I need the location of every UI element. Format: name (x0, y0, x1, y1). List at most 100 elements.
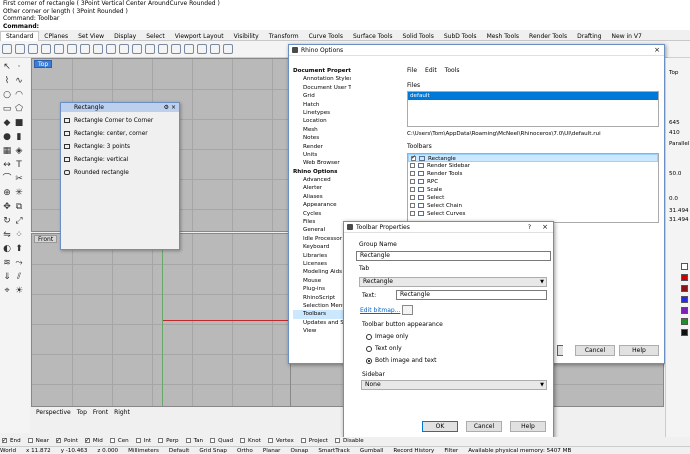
layer-color-swatch[interactable] (681, 329, 688, 336)
options-tree-item[interactable]: Document Properties (293, 67, 351, 75)
toolbar-checkbox[interactable] (410, 195, 415, 200)
toolbar-checkbox[interactable] (410, 187, 415, 192)
layer-icon[interactable] (210, 44, 220, 54)
group-name-input[interactable]: Rectangle (356, 251, 551, 261)
front-viewport[interactable]: Front (31, 233, 291, 407)
options-tree-item[interactable]: Grid (293, 92, 351, 100)
paste-icon[interactable] (80, 44, 90, 54)
polyline-icon[interactable]: ⌇ (2, 76, 12, 86)
polygon-icon[interactable]: ⬠ (14, 104, 24, 114)
options-tree-item[interactable]: Cycles (293, 210, 351, 218)
toolbar-checkbox[interactable] (410, 211, 415, 216)
copy-icon[interactable] (67, 44, 77, 54)
osnap-checkbox[interactable] (135, 438, 141, 443)
close-icon[interactable]: × (654, 45, 660, 56)
tab-perspective[interactable]: Perspective (36, 409, 71, 416)
options-tree-item[interactable]: Location (293, 117, 351, 125)
zoom-extents-icon[interactable] (158, 44, 168, 54)
osnap-checkbox[interactable] (109, 438, 115, 443)
edit-bitmap-link[interactable]: Edit bitmap... (360, 307, 400, 314)
osnap-checkbox[interactable] (240, 438, 245, 443)
circle-icon[interactable]: ○ (2, 90, 12, 100)
pan-icon[interactable] (106, 44, 116, 54)
boolean-icon[interactable]: ◐ (2, 244, 12, 254)
tab-right[interactable]: Right (114, 409, 130, 416)
options-tree-item[interactable]: Appearance (293, 201, 351, 209)
tab-standard[interactable]: Standard (0, 31, 40, 41)
project-icon[interactable]: ⇓ (2, 272, 12, 282)
ok-button-partial[interactable] (557, 345, 563, 356)
toolbar-checkbox[interactable] (410, 171, 415, 176)
explode-icon[interactable]: ✳ (14, 188, 24, 198)
hide-icon[interactable] (184, 44, 194, 54)
command-prompt[interactable]: Command: (0, 22, 690, 30)
osnap-option[interactable]: Cen (108, 437, 129, 446)
close-icon[interactable]: × (542, 222, 548, 233)
extrude-icon[interactable]: ⬆ (14, 244, 24, 254)
options-tree-item[interactable]: Advanced (293, 176, 351, 184)
options-tree-item[interactable]: Units (293, 151, 351, 159)
osnap-option[interactable]: Disable (333, 437, 364, 446)
ok-button[interactable]: OK (422, 421, 458, 432)
props-width[interactable]: 645 (669, 120, 680, 126)
front-viewport-title[interactable]: Front (34, 235, 58, 243)
layer-color-swatch[interactable] (681, 296, 688, 303)
scale-icon[interactable]: ⤢ (14, 216, 24, 226)
render-icon[interactable]: ☀ (14, 286, 24, 296)
point-icon[interactable]: · (14, 62, 24, 72)
options-tree-item[interactable]: Linetypes (293, 109, 351, 117)
toolbar-properties-titlebar[interactable]: Toolbar Properties ? × (344, 222, 553, 233)
mesh-icon[interactable]: ▦ (2, 146, 12, 156)
split-icon[interactable]: ⫽ (14, 272, 24, 282)
osnap-checkbox[interactable] (56, 436, 61, 445)
top-viewport-title[interactable]: Top (34, 60, 53, 68)
toolbar-checkbox[interactable] (410, 203, 415, 208)
tab-top[interactable]: Top (77, 409, 87, 416)
flyout-item-corner-to-corner[interactable]: Rectangle Corner to Corner (64, 118, 153, 124)
curve-icon[interactable]: ∿ (14, 76, 24, 86)
toolbar-list-row[interactable]: Select (408, 194, 658, 202)
option-image-only[interactable]: Image only (366, 333, 408, 340)
toolbar-list-row[interactable]: Scale (408, 186, 658, 194)
osnap-option[interactable]: Vertex (266, 437, 294, 446)
copy-object-icon[interactable]: ⧉ (14, 202, 24, 212)
layer-color-swatch[interactable] (681, 307, 688, 314)
layer-color-swatch[interactable] (681, 263, 688, 270)
lock-icon[interactable] (197, 44, 207, 54)
option-text-only[interactable]: Text only (366, 345, 402, 352)
menu-tools[interactable]: Tools (445, 67, 460, 74)
options-tree-item[interactable]: Notes (293, 134, 351, 142)
toolbars-list[interactable]: RectangleRender Sidebar Render Tools RPC Sc… (407, 153, 659, 223)
box-icon[interactable]: ■ (14, 118, 24, 128)
subd-icon[interactable]: ◈ (14, 146, 24, 156)
status-item[interactable]: Available physical memory: 5407 MB (468, 447, 571, 454)
sidebar-select[interactable]: None ▼ (361, 380, 547, 390)
osnap-checkbox[interactable] (185, 438, 191, 443)
help-button[interactable]: Help (510, 421, 546, 432)
options-tree-item[interactable]: Render (293, 143, 351, 151)
osnap-option[interactable]: Mid (83, 436, 103, 446)
status-item[interactable]: Filter (444, 447, 458, 454)
layer-color-swatch[interactable] (681, 274, 688, 281)
toolbar-list-row[interactable]: Render Sidebar (408, 162, 658, 170)
help-question-icon[interactable]: ? (528, 222, 531, 233)
menu-file[interactable]: File (407, 67, 417, 74)
files-list[interactable]: default (407, 91, 659, 127)
zoom-icon[interactable] (132, 44, 142, 54)
close-icon[interactable]: × (171, 103, 176, 112)
options-tree-item[interactable]: Annotation Styles (293, 75, 351, 83)
zoom-window-icon[interactable] (145, 44, 155, 54)
text-input[interactable]: Rectangle (396, 290, 547, 300)
trim-icon[interactable]: ✂ (14, 174, 24, 184)
osnap-option[interactable]: Point (54, 436, 78, 446)
bitmap-preview-icon[interactable] (402, 305, 413, 315)
rectangle-flyout-titlebar[interactable]: Rectangle ⚙ × (61, 103, 179, 112)
rotate-view-icon[interactable] (119, 44, 129, 54)
rectangle-tool-icon[interactable]: ▭ (2, 104, 12, 114)
props-value-1[interactable]: 0.0 (669, 196, 678, 202)
flyout-item-rounded[interactable]: Rounded rectangle (64, 170, 129, 176)
undo-icon[interactable] (93, 44, 103, 54)
flyout-item-3-points[interactable]: Rectangle: 3 points (64, 144, 130, 150)
toolbar-list-row[interactable]: Rectangle (408, 154, 658, 162)
cancel-button[interactable]: Cancel (575, 345, 615, 356)
